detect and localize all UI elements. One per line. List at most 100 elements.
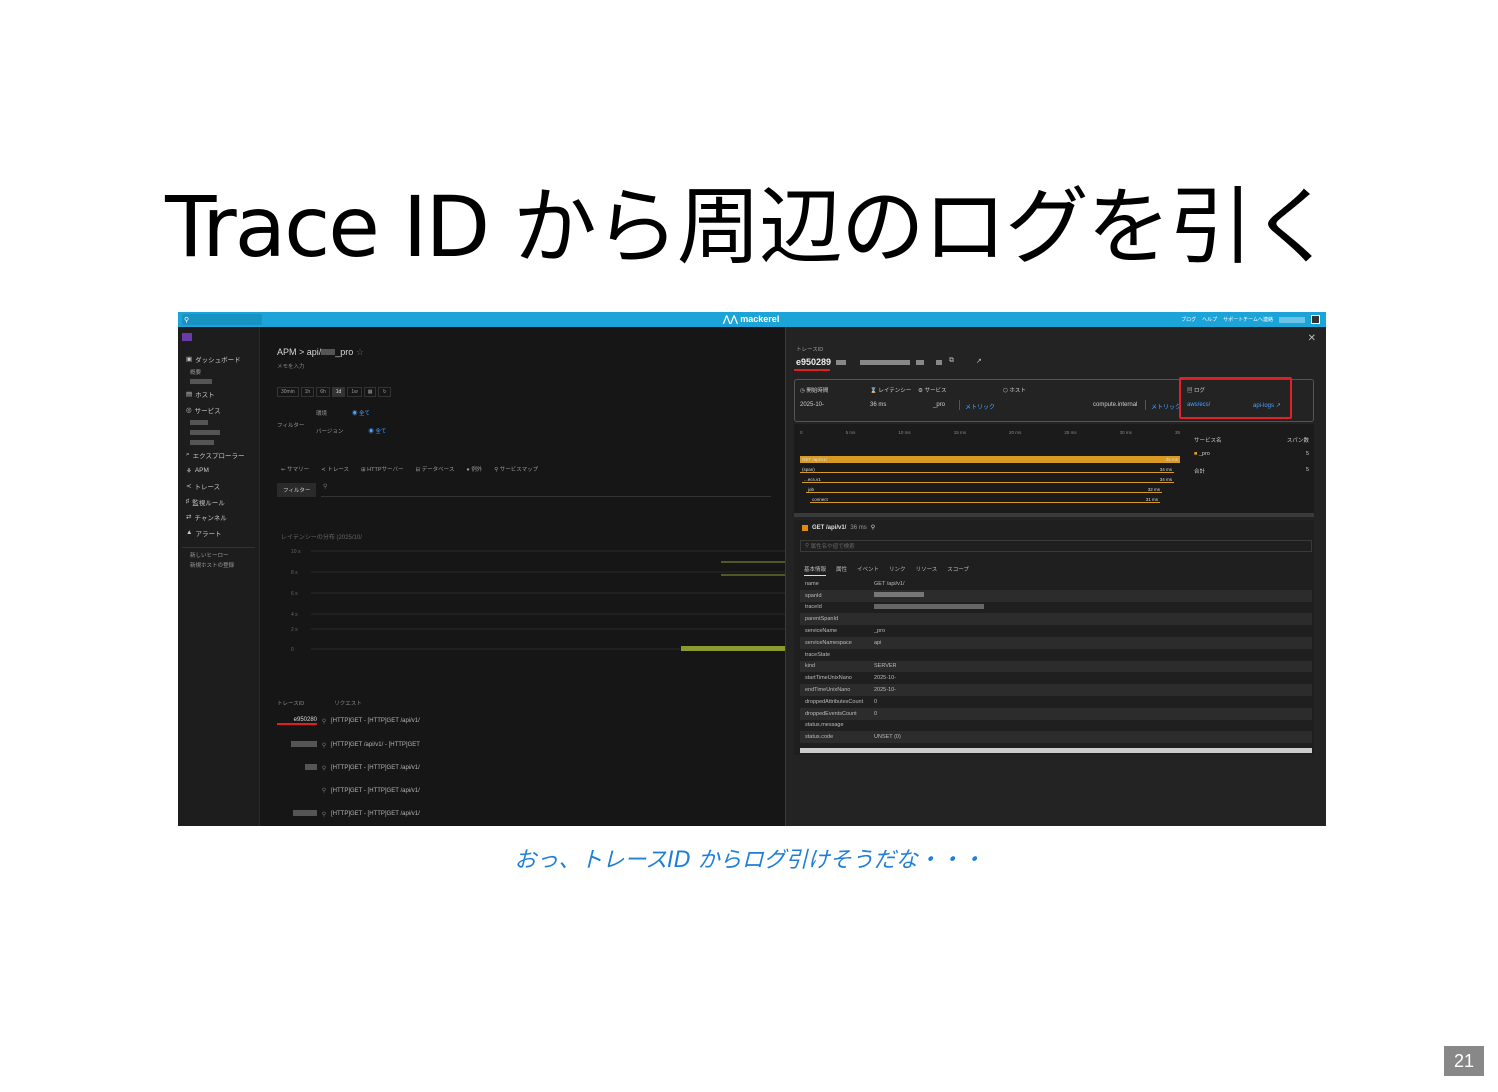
start-time-label: ◷ 開始時間 [800, 388, 829, 394]
search-icon[interactable]: ⚲ [317, 742, 331, 749]
latency-value: 36 ms [870, 402, 887, 408]
sidebar-item-services[interactable]: ◎ サービス [178, 402, 259, 418]
waterfall-scrollbar[interactable] [794, 513, 1314, 517]
start-time-value: 2025-10- [800, 402, 825, 408]
tab-resources[interactable]: リソース [916, 565, 938, 576]
waterfall-tick: 0 [800, 430, 803, 435]
range-30min[interactable]: 30min [277, 387, 299, 397]
mackerel-logo[interactable]: ⋀⋀ mackerel [723, 314, 779, 325]
sidebar-item-alerts[interactable]: ▲ アラート [178, 525, 259, 541]
trace-row[interactable]: ⚲ [HTTP]GET - [HTTP]GET /api/v1/ [277, 764, 420, 772]
trace-id-link[interactable]: e950280 [277, 717, 317, 725]
sidebar-sub-overview[interactable]: 概要 [178, 367, 259, 377]
env-radio-all[interactable]: ◉ 全て [352, 409, 370, 417]
search-icon[interactable]: ⚲ [317, 718, 331, 725]
tab-summary[interactable]: ⇜ サマリー [281, 465, 309, 473]
sidebar-item-hosts[interactable]: ▤ ホスト [178, 387, 259, 403]
attribute-row: traceState [805, 651, 831, 658]
topbar-link-support[interactable]: サポートチームへ連絡 [1223, 316, 1273, 323]
waterfall-tick: 25 ms [1064, 430, 1077, 435]
service-table-total: 合計 5 [1194, 467, 1309, 475]
span-bar[interactable]: (span) 34 ms [800, 466, 1174, 473]
sidebar-item-explorer[interactable]: ⌕ エクスプローラー [178, 448, 259, 464]
host-metric-link[interactable]: メトリック [1151, 402, 1181, 411]
filter-label: フィルター [277, 423, 305, 429]
trace-row[interactable]: ⚲ [HTTP]GET - [HTTP]GET /api/v1/ [277, 787, 420, 795]
sidebar-item-monitors[interactable]: ♯ 監視ルール [178, 494, 259, 510]
external-link-icon[interactable]: ↗ [976, 357, 982, 365]
latency-series [681, 646, 785, 651]
service-metric-link[interactable]: メトリック [965, 402, 995, 411]
avatar[interactable] [1311, 315, 1320, 324]
waterfall-tick: 15 ms [953, 430, 966, 435]
filter-button[interactable]: フィルター [277, 483, 317, 497]
tab-links[interactable]: リンク [889, 565, 906, 576]
waterfall-tick: 35 [1174, 430, 1180, 435]
search-icon[interactable]: ⚲ [317, 811, 331, 818]
trace-row[interactable]: ⚲ [HTTP]GET - [HTTP]GET /api/v1/ [277, 810, 420, 818]
tab-traces[interactable]: ≺ トレース [321, 465, 349, 473]
search-icon[interactable]: ⚲ [317, 765, 331, 772]
tab-exceptions[interactable]: ● 例外 [466, 465, 482, 473]
trace-row[interactable]: ⚲ [HTTP]GET /api/v1/ - [HTTP]GET [277, 741, 420, 749]
sidebar-link-register-host[interactable]: 新規ホストの登録 [178, 560, 259, 570]
tab-database[interactable]: ⊟ データベース [415, 465, 454, 473]
version-radio-all[interactable]: ◉ 全て [368, 427, 386, 435]
attribute-row: status.code UNSET (0) [800, 731, 1312, 744]
sidebar-item-traces[interactable]: ≺ トレース [178, 479, 259, 495]
copy-icon[interactable]: ⧉ [949, 357, 954, 365]
search-icon[interactable]: ⚲ [317, 787, 331, 794]
range-1h[interactable]: 1h [300, 387, 315, 397]
trace-row[interactable]: e950280 ⚲ [HTTP]GET - [HTTP]GET /api/v1/ [277, 717, 420, 725]
attribute-row: droppedEventsCount 0 [800, 707, 1312, 720]
filter-search-input[interactable]: ⚲ [321, 483, 771, 497]
global-search-input[interactable]: ⚲ [182, 314, 262, 325]
span-bar[interactable]: job 32 ms [806, 486, 1162, 493]
waterfall-tick: 30 ms [1119, 430, 1132, 435]
attribute-row: kind SERVER [800, 660, 1312, 673]
user-menu[interactable] [1279, 316, 1305, 323]
y-tick-label: 6 s [291, 591, 298, 597]
topbar-link-blog[interactable]: ブログ [1181, 316, 1196, 323]
topbar-link-help[interactable]: ヘルプ [1202, 316, 1217, 323]
latency-label: ⌛ レイテンシー [870, 388, 912, 394]
span-bar[interactable]: GET /api/v1/36 ms [800, 456, 1180, 463]
sidebar-item-dashboard[interactable]: ▣ ダッシュボード [178, 351, 259, 367]
range-6h[interactable]: 6h [316, 387, 330, 397]
detail-scrollbar[interactable] [800, 748, 1312, 753]
bell-icon: ▲ [186, 529, 193, 537]
range-1w[interactable]: 1w [347, 387, 362, 397]
org-switcher[interactable] [182, 331, 255, 343]
close-icon[interactable]: ✕ [1308, 333, 1316, 344]
calendar-icon[interactable]: ▦ [363, 387, 377, 397]
host-icon: ▤ [186, 391, 193, 399]
tab-scope[interactable]: スコープ [947, 565, 969, 576]
search-icon[interactable]: ⚲ [871, 524, 875, 531]
tab-attributes[interactable]: 属性 [836, 565, 847, 576]
y-tick-label: 4 s [291, 612, 298, 618]
trace-detail-panel: ✕ トレースID e950289 ⧉ ↗ ◷ 開始時間 2025-10- ⌛ レ… [785, 327, 1326, 826]
span-attribute-search[interactable]: ⚲ 属性名や値で検索 [800, 540, 1312, 552]
span-bar[interactable]: ...ecs.v1 34 ms [802, 476, 1174, 483]
sidebar-item-apm[interactable]: ⚘ APM [178, 463, 259, 479]
logo-mark-icon: ⋀⋀ [723, 314, 741, 324]
span-bar[interactable]: connect 31 ms [810, 496, 1160, 503]
time-range-selector: 30min 1h 6h 1d 1w ▦ ↻ [277, 387, 391, 397]
memo-link[interactable]: メモを入力 [277, 362, 305, 370]
tab-events[interactable]: イベント [857, 565, 879, 576]
service-icon: ◎ [186, 406, 192, 414]
range-1d[interactable]: 1d [331, 387, 346, 397]
tab-http-server[interactable]: ⊞ HTTPサーバー [361, 465, 403, 473]
sidebar-link-new-hero[interactable]: 新しいヒーロー [178, 550, 259, 560]
sidebar-item-channels[interactable]: ⇄ チャンネル [178, 510, 259, 526]
y-tick-label: 0 [291, 647, 294, 653]
waterfall-axis: 0 5 ms 10 ms 15 ms 20 ms 25 ms 30 ms 35 [800, 430, 1180, 435]
waterfall-tick: 5 ms [845, 430, 856, 435]
refresh-icon[interactable]: ↻ [378, 387, 391, 397]
tab-service-map[interactable]: ⚲ サービスマップ [494, 465, 538, 473]
attribute-row: startTimeUnixNano 2025-10- [805, 675, 897, 682]
tab-basic-info[interactable]: 基本情報 [804, 565, 827, 576]
star-icon[interactable]: ☆ [356, 347, 364, 357]
waterfall-tick: 20 ms [1009, 430, 1022, 435]
latency-chart-title: レイテンシーの分布 (2025/10/ [281, 535, 362, 541]
